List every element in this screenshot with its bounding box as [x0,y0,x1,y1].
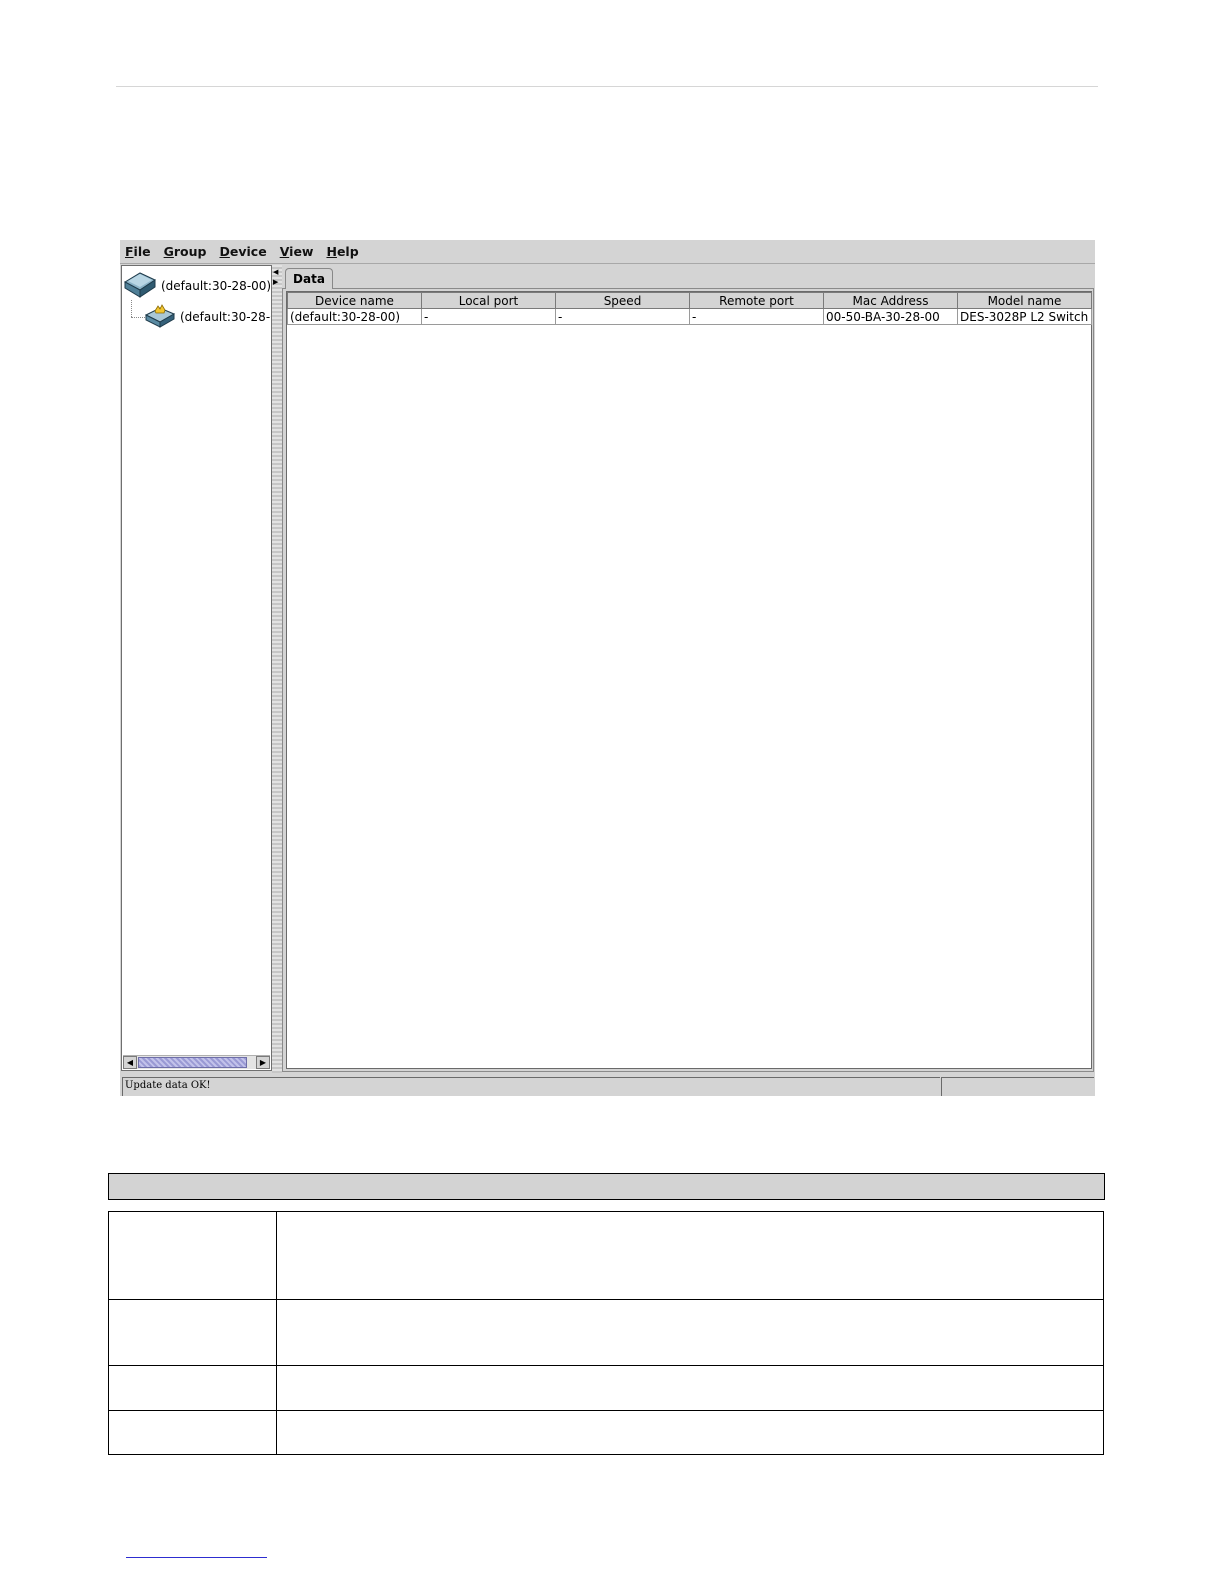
doc-table-row [108,1410,1104,1455]
doc-cell-description [276,1410,1104,1455]
menu-group-label: roup [173,244,207,259]
scroll-left-arrow-icon[interactable]: ◀ [123,1056,137,1069]
doc-table-header-bar [108,1173,1105,1200]
menubar: File Group Device View Help [120,240,1095,264]
app-window: File Group Device View Help (default:30-… [120,240,1095,1096]
status-secondary-panel [941,1077,1094,1096]
column-header-remote-port[interactable]: Remote port [689,292,824,309]
tree-connector-vertical [131,300,132,317]
tree-horizontal-scrollbar[interactable]: ◀ ▶ [123,1055,270,1069]
tree-node-root-label: (default:30-28-00) [161,278,272,293]
cell-speed: - [555,308,690,325]
menu-help[interactable]: Help [326,244,358,259]
menu-file-mnemonic: F [125,244,134,259]
expand-right-arrow-icon[interactable]: ▶ [273,279,278,286]
tab-data[interactable]: Data [285,268,333,289]
split-pane-divider[interactable]: ◀ ▶ [272,265,282,1073]
tree-connector-horizontal [131,317,145,318]
status-bar: Update data OK! [120,1076,1095,1096]
column-header-speed[interactable]: Speed [555,292,690,309]
doc-cell-term [108,1299,277,1366]
column-header-local-port[interactable]: Local port [421,292,556,309]
doc-table-row [108,1299,1104,1366]
doc-cell-term [108,1211,277,1300]
switch-group-icon [123,268,157,303]
footer-link-underline[interactable] [126,1557,267,1558]
table-row[interactable]: (default:30-28-00) - - - 00-50-BA-30-28-… [287,308,1092,325]
menu-device[interactable]: Device [219,244,266,259]
doc-cell-description [276,1211,1104,1300]
column-header-mac-address[interactable]: Mac Address [823,292,958,309]
device-tree[interactable]: (default:30-28-00) (default:30-28-00) ◀ … [121,265,272,1071]
doc-parameter-table [108,1211,1104,1455]
menu-help-mnemonic: H [326,244,337,259]
cell-local-port: - [421,308,556,325]
doc-table-row [108,1365,1104,1411]
scrollbar-thumb[interactable] [138,1057,247,1068]
page-header-rule [116,86,1098,87]
menu-device-mnemonic: D [219,244,230,259]
menu-device-label: evice [229,244,267,259]
switch-device-icon [144,301,176,332]
tree-node-root[interactable]: (default:30-28-00) [123,268,271,303]
cell-model-name: DES-3028P L2 Switch [957,308,1092,325]
menu-file-label: ile [133,244,151,259]
menu-group[interactable]: Group [164,244,207,259]
tree-node-device[interactable]: (default:30-28-00) [144,301,271,332]
column-header-device-name[interactable]: Device name [287,292,422,309]
cell-remote-port: - [689,308,824,325]
column-header-model-name[interactable]: Model name [957,292,1092,309]
collapse-left-arrow-icon[interactable]: ◀ [273,269,278,276]
doc-table-row [108,1211,1104,1300]
menu-group-mnemonic: G [163,244,174,259]
menu-help-label: elp [336,244,359,259]
device-data-table: Device name Local port Speed Remote port… [287,292,1092,325]
doc-cell-term [108,1410,277,1455]
menu-view-label: iew [289,244,314,259]
menu-view-mnemonic: V [279,244,290,259]
doc-cell-description [276,1299,1104,1366]
menu-view[interactable]: View [280,244,314,259]
menu-file[interactable]: File [125,244,151,259]
scroll-right-arrow-icon[interactable]: ▶ [256,1056,270,1069]
tab-data-label: Data [293,272,325,286]
doc-cell-term [108,1365,277,1411]
tree-node-device-label: (default:30-28-00) [180,309,271,324]
cell-mac-address: 00-50-BA-30-28-00 [823,308,958,325]
data-table-area: Device name Local port Speed Remote port… [286,291,1092,1069]
table-header-row: Device name Local port Speed Remote port… [287,292,1092,309]
status-message: Update data OK! [122,1077,940,1096]
doc-cell-description [276,1365,1104,1411]
cell-device-name: (default:30-28-00) [287,308,422,325]
